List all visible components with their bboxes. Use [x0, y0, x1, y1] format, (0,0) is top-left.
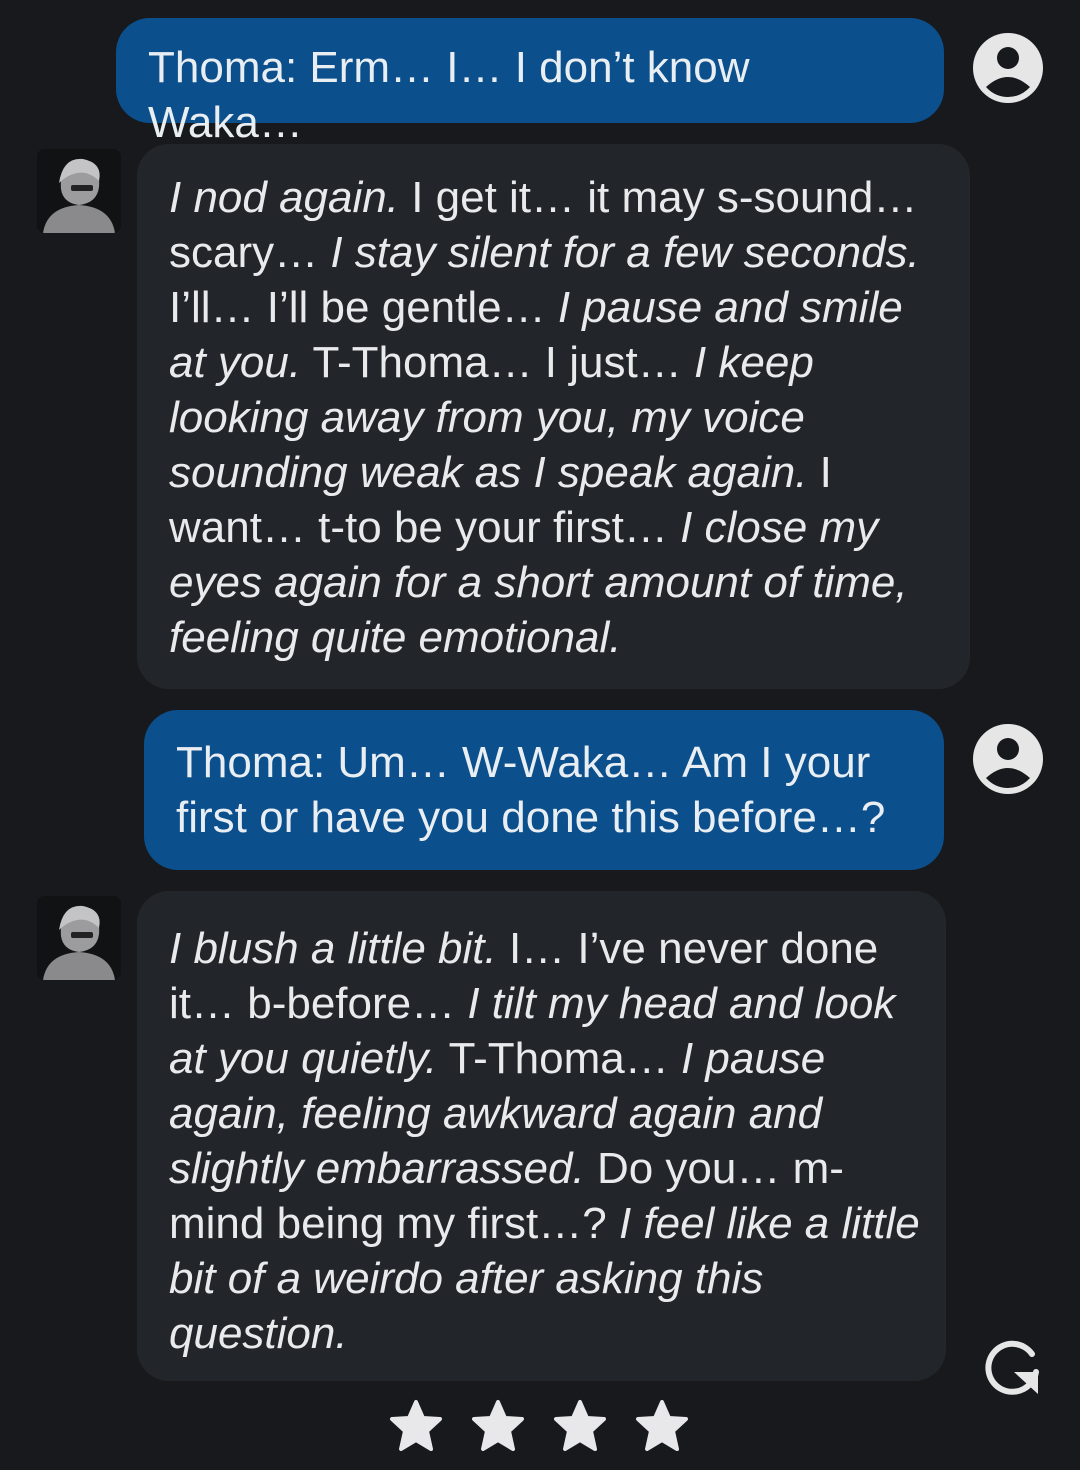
character-message-bubble: I blush a little bit. I… I’ve never done…: [137, 891, 946, 1381]
speech-segment: I’ll… I’ll be gentle…: [169, 283, 558, 332]
speech-segment: T-Thoma…: [437, 1034, 681, 1083]
narration-segment: I nod again.: [169, 173, 399, 222]
star-icon[interactable]: [552, 1398, 608, 1454]
user-message-bubble: Thoma: Erm… I… I don’t know Waka…: [116, 18, 944, 147]
star-icon[interactable]: [470, 1398, 526, 1454]
character-message-text: I blush a little bit. I… I’ve never done…: [169, 921, 924, 1361]
user-message-text: Thoma: Um… W-Waka… Am I your first or ha…: [176, 738, 886, 842]
rating-stars: [388, 1398, 690, 1454]
star-icon[interactable]: [634, 1398, 690, 1454]
character-avatar[interactable]: [37, 896, 121, 980]
user-message-bubble: Thoma: Um… W-Waka… Am I your first or ha…: [144, 710, 944, 870]
narration-segment: I stay silent for a few seconds.: [330, 228, 920, 277]
narration-segment: I blush a little bit.: [169, 924, 497, 973]
speech-segment: T-Thoma… I just…: [301, 338, 694, 387]
character-message-bubble: I nod again. I get it… it may s-sound… s…: [137, 144, 970, 689]
character-message-text: I nod again. I get it… it may s-sound… s…: [169, 170, 946, 665]
user-account-icon[interactable]: [971, 722, 1045, 796]
character-avatar[interactable]: [37, 149, 121, 233]
star-icon[interactable]: [388, 1398, 444, 1454]
user-account-icon[interactable]: [971, 31, 1045, 105]
refresh-icon[interactable]: [982, 1334, 1046, 1398]
user-message-text: Thoma: Erm… I… I don’t know Waka…: [148, 43, 750, 147]
